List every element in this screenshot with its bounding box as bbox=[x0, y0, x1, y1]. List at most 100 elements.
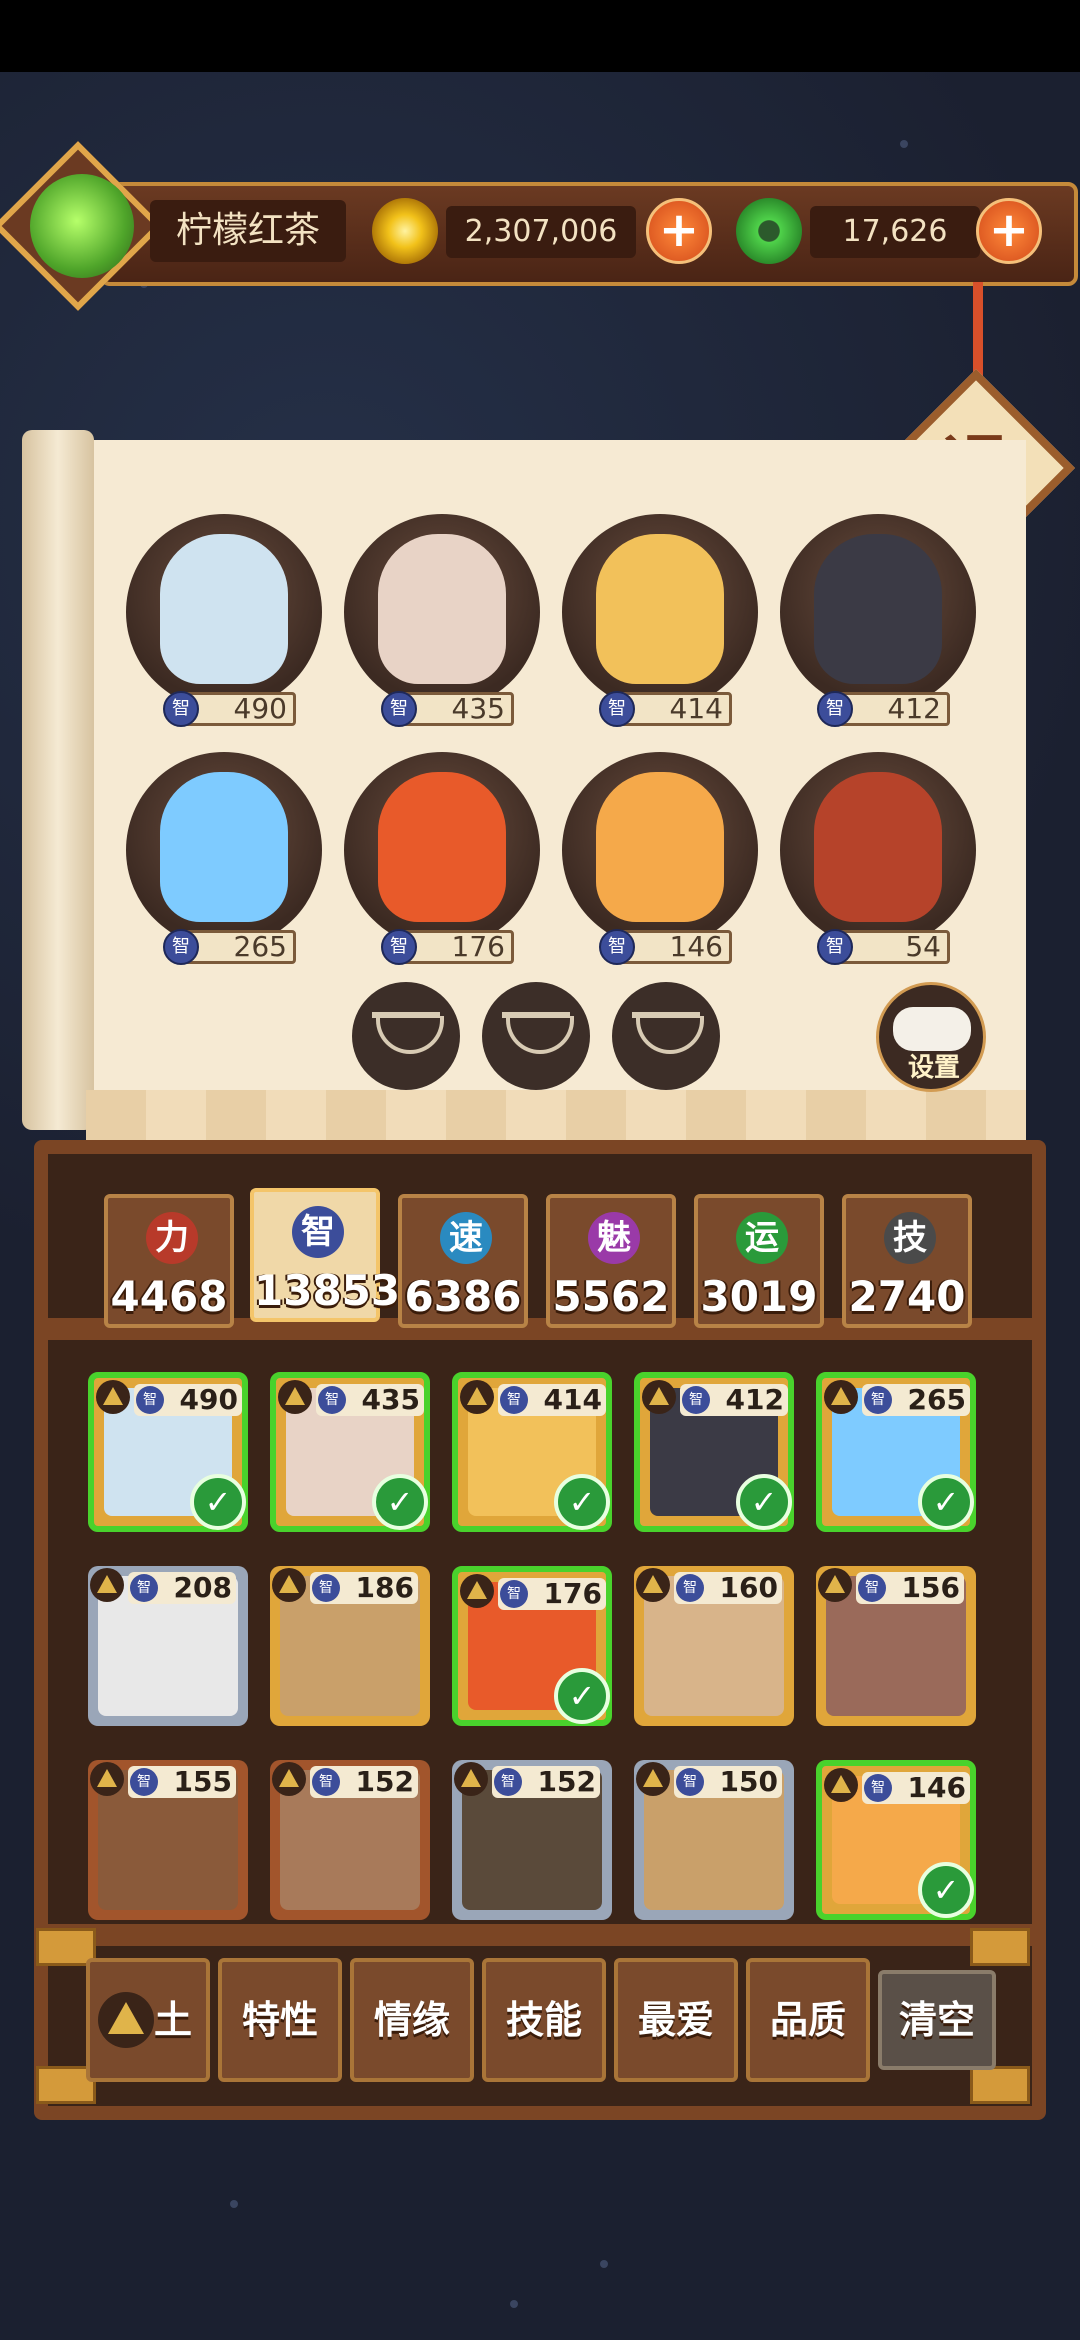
intelligence-icon: 智 bbox=[130, 1768, 158, 1796]
intelligence-value: 155 bbox=[173, 1765, 232, 1798]
hero-portrait bbox=[378, 772, 506, 922]
hero-card[interactable]: 智 146 ✓ bbox=[816, 1760, 976, 1920]
intelligence-icon: 智 bbox=[163, 929, 199, 965]
hero-card[interactable]: 智 176 ✓ bbox=[452, 1566, 612, 1726]
intelligence-icon: 智 bbox=[381, 929, 417, 965]
intelligence-tag: 智 150 bbox=[674, 1766, 782, 1798]
gold-coin-icon bbox=[372, 198, 438, 264]
jade-amount: 17,626 bbox=[810, 206, 980, 258]
player-name: 柠檬红茶 bbox=[150, 200, 346, 262]
bg-star bbox=[600, 2260, 608, 2268]
stat-value: 13853 bbox=[254, 1266, 401, 1315]
hero-card[interactable]: 智 265 ✓ bbox=[816, 1372, 976, 1532]
earth-element-icon bbox=[460, 1380, 494, 1414]
team-slot[interactable] bbox=[780, 514, 976, 710]
intelligence-value: 435 bbox=[361, 1383, 420, 1416]
earth-element-icon bbox=[90, 1762, 124, 1796]
team-slot[interactable] bbox=[344, 752, 540, 948]
hero-portrait bbox=[596, 772, 724, 922]
hero-card[interactable]: 智 156 bbox=[816, 1566, 976, 1726]
stat-tab-4[interactable]: 运 3019 bbox=[694, 1194, 824, 1328]
selected-check-icon: ✓ bbox=[372, 1474, 428, 1530]
hero-card[interactable]: 智 412 ✓ bbox=[634, 1372, 794, 1532]
settings-button[interactable]: 设置 bbox=[876, 982, 986, 1092]
intelligence-tag: 智 54 bbox=[817, 929, 950, 965]
stat-icon: 智 bbox=[292, 1206, 344, 1258]
selected-check-icon: ✓ bbox=[190, 1474, 246, 1530]
hero-card[interactable]: 智 435 ✓ bbox=[270, 1372, 430, 1532]
intelligence-tag: 智 208 bbox=[128, 1572, 236, 1604]
stat-tab-0[interactable]: 力 4468 bbox=[104, 1194, 234, 1328]
team-slot[interactable] bbox=[780, 752, 976, 948]
empty-bowl-slot[interactable] bbox=[612, 982, 720, 1090]
stat-tab-1[interactable]: 智 13853 bbox=[250, 1188, 401, 1322]
hero-card[interactable]: 智 152 bbox=[452, 1760, 612, 1920]
team-slot[interactable] bbox=[344, 514, 540, 710]
parchment-border bbox=[86, 1090, 1026, 1142]
intelligence-tag: 智 152 bbox=[492, 1766, 600, 1798]
empty-bowl-slot[interactable] bbox=[352, 982, 460, 1090]
intelligence-icon: 智 bbox=[682, 1386, 710, 1414]
intelligence-value: 265 bbox=[233, 930, 287, 963]
earth-element-icon bbox=[96, 1380, 130, 1414]
intelligence-value: 490 bbox=[233, 692, 287, 725]
stat-tab-2[interactable]: 速 6386 bbox=[398, 1194, 528, 1328]
filter-button-0[interactable]: 土 bbox=[86, 1958, 210, 2082]
intelligence-icon: 智 bbox=[599, 691, 635, 727]
intelligence-value: 414 bbox=[543, 1383, 602, 1416]
gamepad-icon bbox=[893, 1007, 971, 1051]
hero-card[interactable]: 智 186 bbox=[270, 1566, 430, 1726]
filter-button-1[interactable]: 特性 bbox=[218, 1958, 342, 2082]
intelligence-icon: 智 bbox=[500, 1580, 528, 1608]
earth-element-icon bbox=[272, 1568, 306, 1602]
hero-portrait bbox=[378, 534, 506, 684]
intelligence-tag: 智 435 bbox=[316, 1384, 424, 1416]
intelligence-value: 412 bbox=[725, 1383, 784, 1416]
filter-button-3[interactable]: 技能 bbox=[482, 1958, 606, 2082]
bracket bbox=[970, 2066, 1030, 2104]
intelligence-value: 412 bbox=[887, 692, 941, 725]
intelligence-icon: 智 bbox=[130, 1574, 158, 1602]
stat-tab-3[interactable]: 魅 5562 bbox=[546, 1194, 676, 1328]
filter-button-6[interactable]: 清空 bbox=[878, 1970, 996, 2070]
hero-card[interactable]: 智 414 ✓ bbox=[452, 1372, 612, 1532]
hero-card[interactable]: 智 160 bbox=[634, 1566, 794, 1726]
avatar[interactable] bbox=[30, 174, 134, 278]
intelligence-value: 490 bbox=[179, 1383, 238, 1416]
empty-bowl-slot[interactable] bbox=[482, 982, 590, 1090]
selected-check-icon: ✓ bbox=[736, 1474, 792, 1530]
stat-value: 4468 bbox=[110, 1272, 228, 1321]
stat-value: 3019 bbox=[700, 1272, 818, 1321]
team-slot[interactable] bbox=[126, 752, 322, 948]
hero-portrait bbox=[814, 534, 942, 684]
bg-star bbox=[510, 2300, 518, 2308]
earth-element-icon bbox=[454, 1762, 488, 1796]
intelligence-icon: 智 bbox=[500, 1386, 528, 1414]
team-slot[interactable] bbox=[126, 514, 322, 710]
hero-card[interactable]: 智 152 bbox=[270, 1760, 430, 1920]
hero-card[interactable]: 智 155 bbox=[88, 1760, 248, 1920]
stat-tab-5[interactable]: 技 2740 bbox=[842, 1194, 972, 1328]
intelligence-value: 176 bbox=[451, 930, 505, 963]
stat-icon: 魅 bbox=[588, 1212, 640, 1264]
intelligence-value: 146 bbox=[669, 930, 723, 963]
hero-card[interactable]: 智 490 ✓ bbox=[88, 1372, 248, 1532]
hero-portrait bbox=[160, 534, 288, 684]
team-slot[interactable] bbox=[562, 752, 758, 948]
hero-card[interactable]: 智 150 bbox=[634, 1760, 794, 1920]
earth-element-icon bbox=[272, 1762, 306, 1796]
filter-button-2[interactable]: 情缘 bbox=[350, 1958, 474, 2082]
shelf bbox=[34, 1924, 1046, 1946]
selected-check-icon: ✓ bbox=[554, 1474, 610, 1530]
hero-card[interactable]: 智 208 bbox=[88, 1566, 248, 1726]
team-slot[interactable] bbox=[562, 514, 758, 710]
add-jade-button[interactable]: + bbox=[976, 198, 1042, 264]
intelligence-tag: 智 160 bbox=[674, 1572, 782, 1604]
intelligence-value: 414 bbox=[669, 692, 723, 725]
add-gold-button[interactable]: + bbox=[646, 198, 712, 264]
bracket bbox=[970, 1928, 1030, 1966]
intelligence-tag: 智 435 bbox=[381, 691, 514, 727]
intelligence-tag: 智 490 bbox=[163, 691, 296, 727]
filter-button-4[interactable]: 最爱 bbox=[614, 1958, 738, 2082]
filter-button-5[interactable]: 品质 bbox=[746, 1958, 870, 2082]
